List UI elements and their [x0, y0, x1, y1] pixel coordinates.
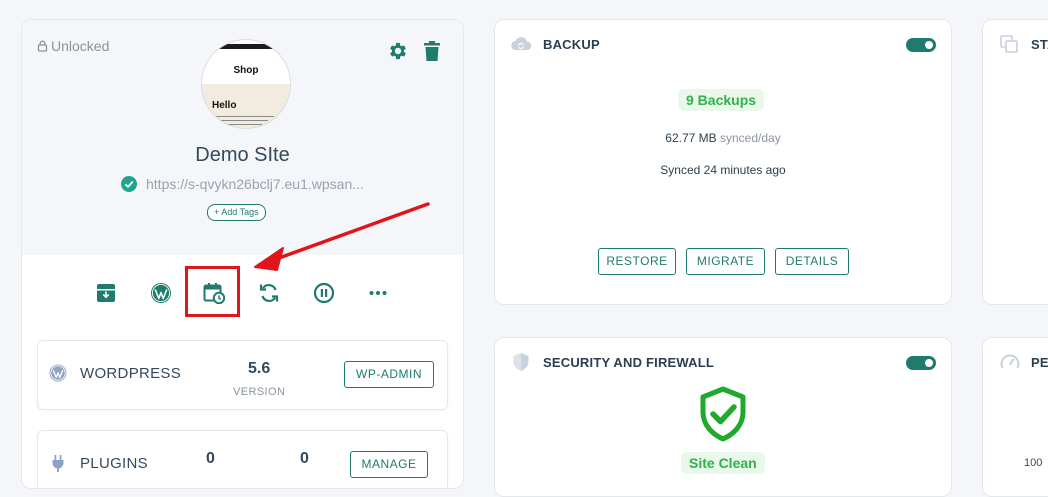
more-icon[interactable] — [367, 282, 389, 304]
site-actions-bar — [22, 255, 463, 330]
performance-card: PE 100 — [982, 337, 1048, 497]
lock-status[interactable]: Unlocked — [37, 38, 109, 54]
thumbnail-text-line — [216, 116, 274, 117]
wordpress-version: 5.6 — [248, 360, 271, 377]
thumbnail-heading: Shop — [233, 65, 259, 76]
plugins-count-active: 0 — [206, 450, 215, 467]
thumbnail-hero-text: Hello — [212, 100, 237, 111]
backup-card: BACKUP 9 Backups 62.77 MB synced/day Syn… — [494, 19, 952, 305]
site-name: Demo SIte — [195, 144, 290, 166]
restore-button[interactable]: RESTORE — [598, 248, 676, 275]
site-url[interactable]: https://s-qvykn26bclj7.eu1.wpsan... — [146, 176, 364, 192]
plug-icon — [52, 455, 64, 472]
site-thumbnail[interactable]: Shop Hello — [201, 39, 291, 129]
pause-icon[interactable] — [313, 282, 335, 304]
verified-check-icon — [121, 176, 137, 192]
site-clean-badge: Site Clean — [681, 452, 765, 474]
lock-status-label: Unlocked — [51, 38, 110, 54]
performance-value: 100 — [1024, 457, 1043, 469]
thumbnail-text-line — [216, 124, 262, 125]
gear-icon[interactable] — [387, 40, 409, 62]
migrate-button[interactable]: MIGRATE — [686, 248, 765, 275]
details-button[interactable]: DETAILS — [775, 248, 849, 275]
wp-admin-button[interactable]: WP-ADMIN — [344, 361, 434, 388]
trash-icon[interactable] — [422, 40, 442, 62]
wordpress-icon[interactable] — [150, 282, 172, 304]
backup-size-row: 62.77 MB synced/day — [495, 131, 951, 145]
security-title: SECURITY AND FIREWALL — [543, 355, 715, 370]
backup-size: 62.77 MB — [665, 131, 717, 145]
gauge-icon — [1000, 354, 1020, 369]
plugins-count-updates: 0 — [300, 450, 309, 467]
backup-synced: Synced 24 minutes ago — [660, 163, 786, 177]
calendar-clock-icon[interactable] — [203, 282, 225, 304]
backup-size-suffix: synced/day — [720, 131, 781, 145]
backup-title: BACKUP — [543, 37, 600, 52]
archive-icon[interactable] — [95, 282, 117, 304]
site-header: Unlocked Shop Hello Demo SIte https://s-… — [22, 20, 463, 255]
sync-icon[interactable] — [258, 282, 280, 304]
plugins-card: PLUGINS 0 0 MANAGE — [37, 430, 448, 488]
thumbnail-nav-bar — [202, 44, 290, 49]
site-url-row[interactable]: https://s-qvykn26bclj7.eu1.wpsan... — [121, 176, 364, 192]
security-card: SECURITY AND FIREWALL Site Clean — [494, 337, 952, 497]
stats-card: STA — [982, 19, 1048, 305]
add-tags-button[interactable]: + Add Tags — [207, 204, 266, 221]
backup-count-badge: 9 Backups — [678, 89, 765, 111]
wordpress-label: WORDPRESS — [80, 365, 182, 382]
shield-icon — [513, 353, 529, 371]
wordpress-card: WORDPRESS 5.6 VERSION WP-ADMIN — [37, 340, 448, 410]
backup-toggle[interactable] — [906, 38, 936, 52]
wordpress-logo-icon — [49, 364, 67, 382]
cloud-sync-icon — [511, 36, 532, 51]
version-caption: VERSION — [233, 386, 286, 398]
security-toggle[interactable] — [906, 356, 936, 370]
stats-title: STA — [1031, 37, 1048, 52]
lock-icon — [37, 40, 48, 52]
thumbnail-text-line — [216, 120, 268, 121]
plugins-label: PLUGINS — [80, 455, 148, 472]
copy-icon — [1000, 35, 1018, 53]
shield-check-icon — [700, 386, 746, 442]
performance-title: PE — [1031, 355, 1048, 370]
site-card: Unlocked Shop Hello Demo SIte https://s-… — [21, 19, 464, 489]
